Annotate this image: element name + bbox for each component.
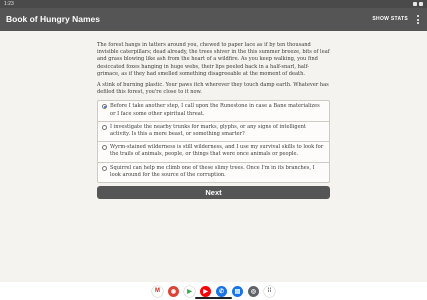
choice-text: Before I take another step, I call upon … (110, 103, 320, 117)
phone-icon[interactable]: ✆ (216, 285, 227, 297)
messages-icon[interactable]: ▤ (232, 285, 243, 297)
story-paragraph: A stink of burning plastic. Your paws it… (97, 82, 329, 96)
status-time: 1:23 (4, 1, 14, 7)
choice-text: I investigate the nearby trunks for mark… (110, 123, 306, 138)
more-vert-icon[interactable] (414, 14, 422, 25)
status-indicators (413, 0, 423, 8)
battery-icon (419, 2, 423, 6)
choice-text: Squirrel can help me climb one of these … (110, 164, 315, 178)
app-bar: Book of Hungry Names SHOW STATS (0, 8, 427, 31)
navigation-handle[interactable] (195, 297, 232, 299)
youtube-icon[interactable]: ▶ (200, 285, 211, 297)
app-drawer-icon[interactable]: ⁞⁞ (264, 285, 275, 297)
choice-option-4[interactable]: Squirrel can help me climb one of these … (98, 163, 329, 182)
gmail-icon[interactable]: M (152, 285, 163, 297)
show-stats-button[interactable]: SHOW STATS (372, 16, 408, 22)
status-bar: 1:23 (0, 0, 427, 8)
choice-text: Wyrm-stained wilderness is still wildern… (110, 144, 324, 158)
play-store-icon[interactable]: ▶ (184, 285, 195, 297)
choice-option-3[interactable]: Wyrm-stained wilderness is still wildern… (98, 142, 329, 163)
radio-button[interactable] (102, 124, 107, 130)
choice-list: Before I take another step, I call upon … (97, 100, 330, 184)
chrome-icon[interactable]: ◉ (168, 285, 179, 297)
camera-icon[interactable]: ◎ (248, 285, 259, 297)
story-paragraph: The forest hangs in tatters around you, … (97, 42, 330, 77)
radio-button-selected[interactable] (102, 104, 107, 110)
choice-option-1[interactable]: Before I take another step, I call upon … (98, 101, 329, 122)
app-title: Book of Hungry Names (6, 14, 100, 24)
wifi-icon (413, 2, 417, 6)
radio-button[interactable] (102, 145, 107, 151)
choice-option-2[interactable]: I investigate the nearby trunks for mark… (98, 122, 329, 143)
radio-button[interactable] (102, 165, 107, 171)
story-content: The forest hangs in tatters around you, … (97, 42, 330, 200)
next-button[interactable]: Next (97, 186, 330, 200)
